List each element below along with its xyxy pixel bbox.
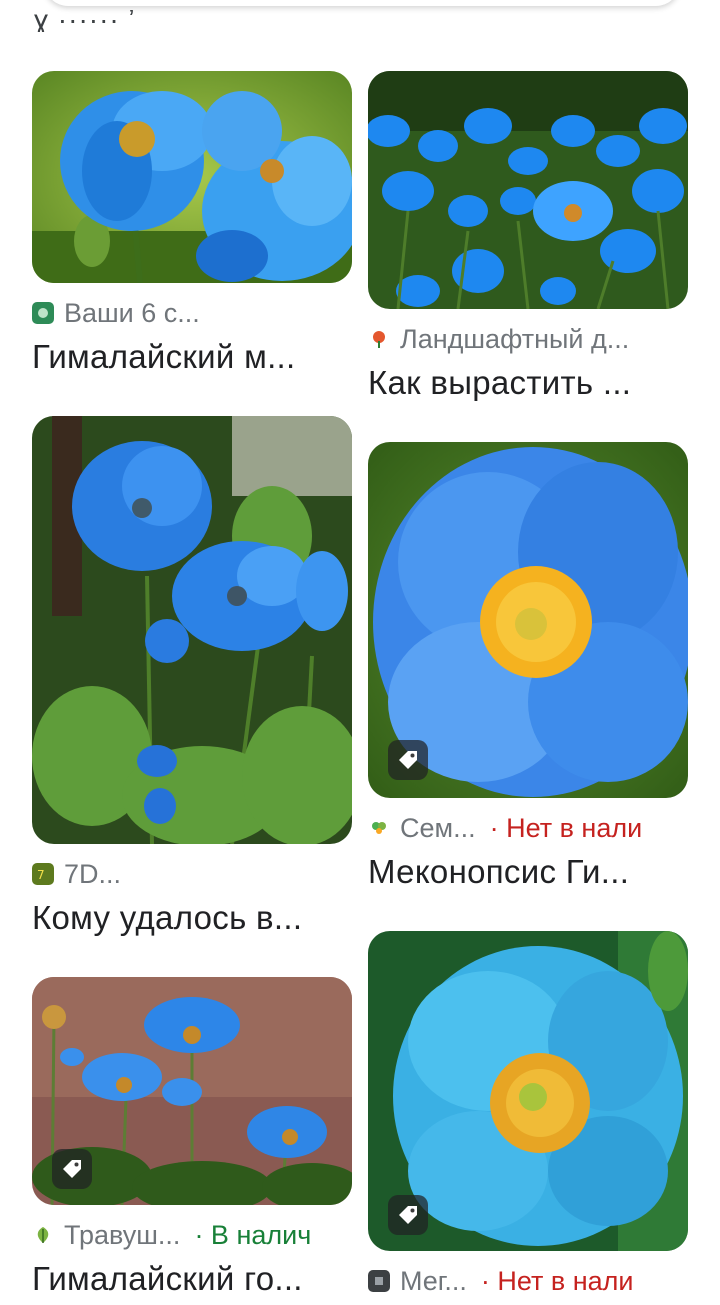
result-card-4[interactable]: Сем... · Нет в нали Меконопсис Ги... xyxy=(368,442,688,892)
result-title[interactable]: Меконопсис Ги... xyxy=(368,852,688,892)
result-card-2[interactable]: Ландшафтный д... Как вырастить ... xyxy=(368,71,688,403)
result-title[interactable]: Гималайский го... xyxy=(32,1259,352,1299)
result-source: Ваши 6 с... xyxy=(64,297,200,328)
result-image[interactable] xyxy=(368,71,688,309)
result-meta: 7 7D... xyxy=(32,856,352,892)
svg-text:7: 7 xyxy=(37,868,45,882)
result-source: Травуш... xyxy=(64,1219,181,1250)
yellow-green-logo-icon: 7 xyxy=(32,863,54,885)
result-meta: Мег... · Нет в нали xyxy=(368,1263,688,1299)
result-title[interactable]: Как вырастить ... xyxy=(368,363,688,403)
red-flower-icon xyxy=(368,328,390,350)
availability-status: · Нет в нали xyxy=(480,1265,634,1296)
result-meta: Травуш... · В налич xyxy=(32,1217,352,1253)
tag-icon[interactable] xyxy=(388,740,428,780)
result-card-6[interactable]: Мег... · Нет в нали xyxy=(368,931,688,1305)
result-card-3[interactable]: 7 7D... Кому удалось в... xyxy=(32,416,352,938)
result-source: Сем... xyxy=(400,812,476,843)
result-title[interactable]: Кому удалось в... xyxy=(32,898,352,938)
cut-off-text: ɣ ······ ʼ xyxy=(34,10,136,32)
result-source: Мег... xyxy=(400,1265,467,1296)
result-image[interactable] xyxy=(368,442,688,798)
green-leaf-icon xyxy=(32,1224,54,1246)
green-square-icon xyxy=(32,302,54,324)
availability-status: · Нет в нали xyxy=(489,812,643,843)
result-source: Ландшафтный д... xyxy=(400,323,630,354)
result-meta: Ландшафтный д... xyxy=(368,321,688,357)
green-sprout-icon xyxy=(368,817,390,839)
dark-square-icon xyxy=(368,1270,390,1292)
result-source: 7D... xyxy=(64,858,122,889)
result-image[interactable] xyxy=(32,977,352,1205)
result-card-1[interactable]: Ваши 6 с... Гималайский м... xyxy=(32,71,352,377)
availability-status: · В налич xyxy=(194,1219,312,1250)
result-title[interactable]: Гималайский м... xyxy=(32,337,352,377)
result-meta: Сем... · Нет в нали xyxy=(368,810,688,846)
result-image[interactable] xyxy=(368,931,688,1251)
tag-icon[interactable] xyxy=(52,1149,92,1189)
search-bar-bottom xyxy=(44,0,680,6)
result-meta: Ваши 6 с... xyxy=(32,295,352,331)
tag-icon[interactable] xyxy=(388,1195,428,1235)
result-image[interactable] xyxy=(32,416,352,844)
result-card-5[interactable]: Травуш... · В налич Гималайский го... xyxy=(32,977,352,1299)
result-image[interactable] xyxy=(32,71,352,283)
